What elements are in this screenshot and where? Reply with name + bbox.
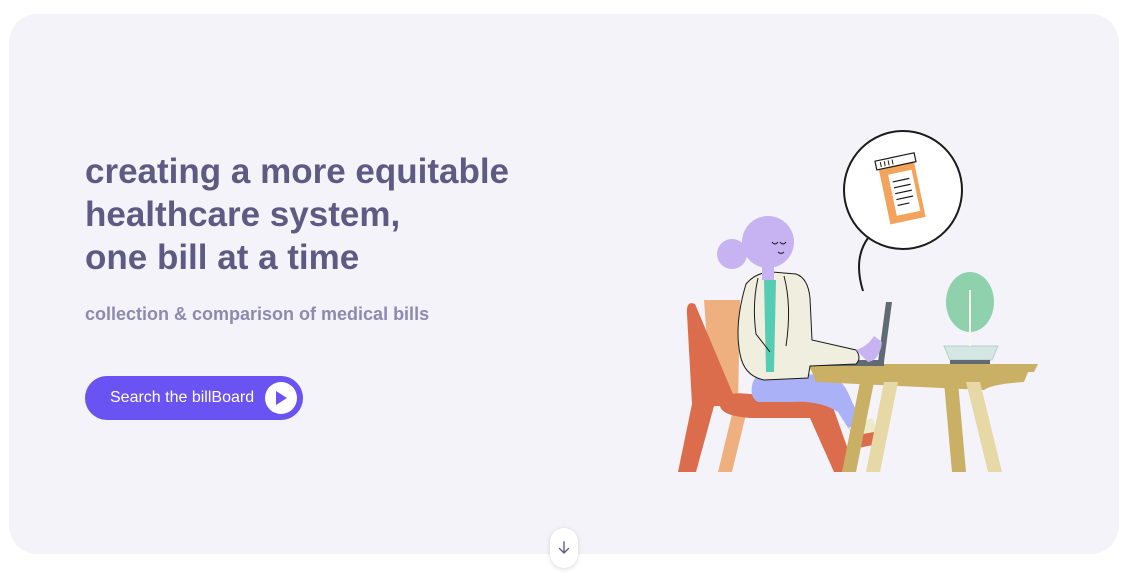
scroll-down-button[interactable] (550, 528, 578, 568)
arrow-down-icon (558, 541, 570, 554)
hero-subtitle: collection & comparison of medical bills (85, 304, 430, 324)
speech-bubble (843, 130, 963, 292)
play-circle-icon (265, 382, 297, 414)
hero-headline: creating a more equitable healthcare sys… (85, 150, 605, 279)
doctor-at-laptop-illustration (678, 130, 1038, 472)
search-billboard-button[interactable]: Search the billBoard (85, 376, 303, 420)
headline-line-1: creating a more equitable (85, 152, 510, 191)
headline-line-3: one bill at a time (85, 238, 360, 277)
search-billboard-label: Search the billBoard (110, 389, 255, 406)
hero-section: creating a more equitable healthcare sys… (9, 14, 1119, 554)
headline-line-2: healthcare system, (85, 195, 401, 234)
doctor-head (717, 216, 794, 280)
potted-plant (943, 272, 999, 364)
